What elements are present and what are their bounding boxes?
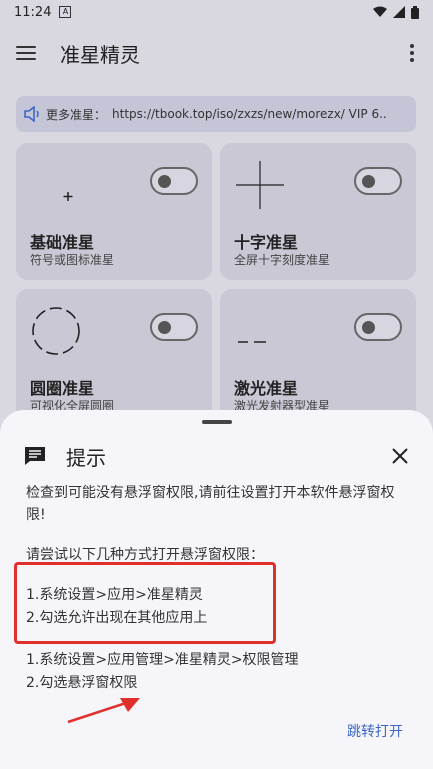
signal-icon [393,6,405,18]
card-basic-crosshair[interactable]: 基础准星 符号或图标准星 [16,143,212,280]
more-options-icon[interactable] [407,44,417,62]
drag-handle[interactable] [202,420,232,424]
card-title: 基础准星 [30,233,95,252]
app-bar: 准星精灵 [0,24,433,82]
notice-bar[interactable]: 更多准星： https://tbook.top/iso/zxzs/new/mor… [16,96,416,132]
wifi-icon [373,6,387,17]
dialog-header: 提示 [24,442,409,470]
laser-crosshair-icon [238,341,266,343]
menu-icon[interactable] [16,46,36,60]
laser-crosshair-toggle[interactable] [354,313,402,341]
card-subtitle: 全屏十字刻度准星 [234,253,331,267]
highlight-box [14,562,276,644]
notice-label: 更多准星： [46,107,107,122]
card-title: 激光准星 [234,379,299,398]
cross-crosshair-toggle[interactable] [354,167,402,195]
card-title: 圆圈准星 [30,379,95,398]
basic-crosshair-toggle[interactable] [150,167,198,195]
card-subtitle: 符号或图标准星 [30,253,115,267]
message-icon [25,447,45,465]
close-icon[interactable] [391,447,409,465]
card-title: 十字准星 [234,233,299,252]
card-cross-crosshair[interactable]: 十字准星 全屏十字刻度准星 [220,143,416,280]
notice-url[interactable]: https://tbook.top/iso/zxzs/new/morezx/ V… [112,107,387,121]
permission-dialog: 提示 检查到可能没有悬浮窗权限,请前往设置打开本软件悬浮窗权限! 请尝试以下几种… [0,410,433,769]
circle-crosshair-icon [32,307,80,355]
card-laser-crosshair[interactable]: 激光准星 激光发射器型准星 [220,289,416,426]
status-bar: 11:24 A [0,0,433,24]
speaker-icon [24,106,39,122]
jump-open-button[interactable]: 跳转打开 [347,721,403,741]
app-title: 准星精灵 [60,42,140,67]
dialog-title: 提示 [66,445,106,470]
status-time: 11:24 [14,4,52,20]
card-circle-crosshair[interactable]: 圆圈准星 可视化全屏圆圈 [16,289,212,426]
circle-crosshair-toggle[interactable] [150,313,198,341]
dot-crosshair-icon [63,192,73,201]
cross-crosshair-icon [236,161,284,209]
battery-icon [411,5,419,19]
dialog-message: 检查到可能没有悬浮窗权限,请前往设置打开本软件悬浮窗权限! [26,485,395,523]
notification-icon: A [59,6,72,18]
method-b-step-1: 1.系统设置>应用管理>准星精灵>权限管理 [26,652,299,668]
red-arrow-annotation [67,698,140,724]
method-b-step-2: 2.勾选悬浮窗权限 [26,675,138,691]
